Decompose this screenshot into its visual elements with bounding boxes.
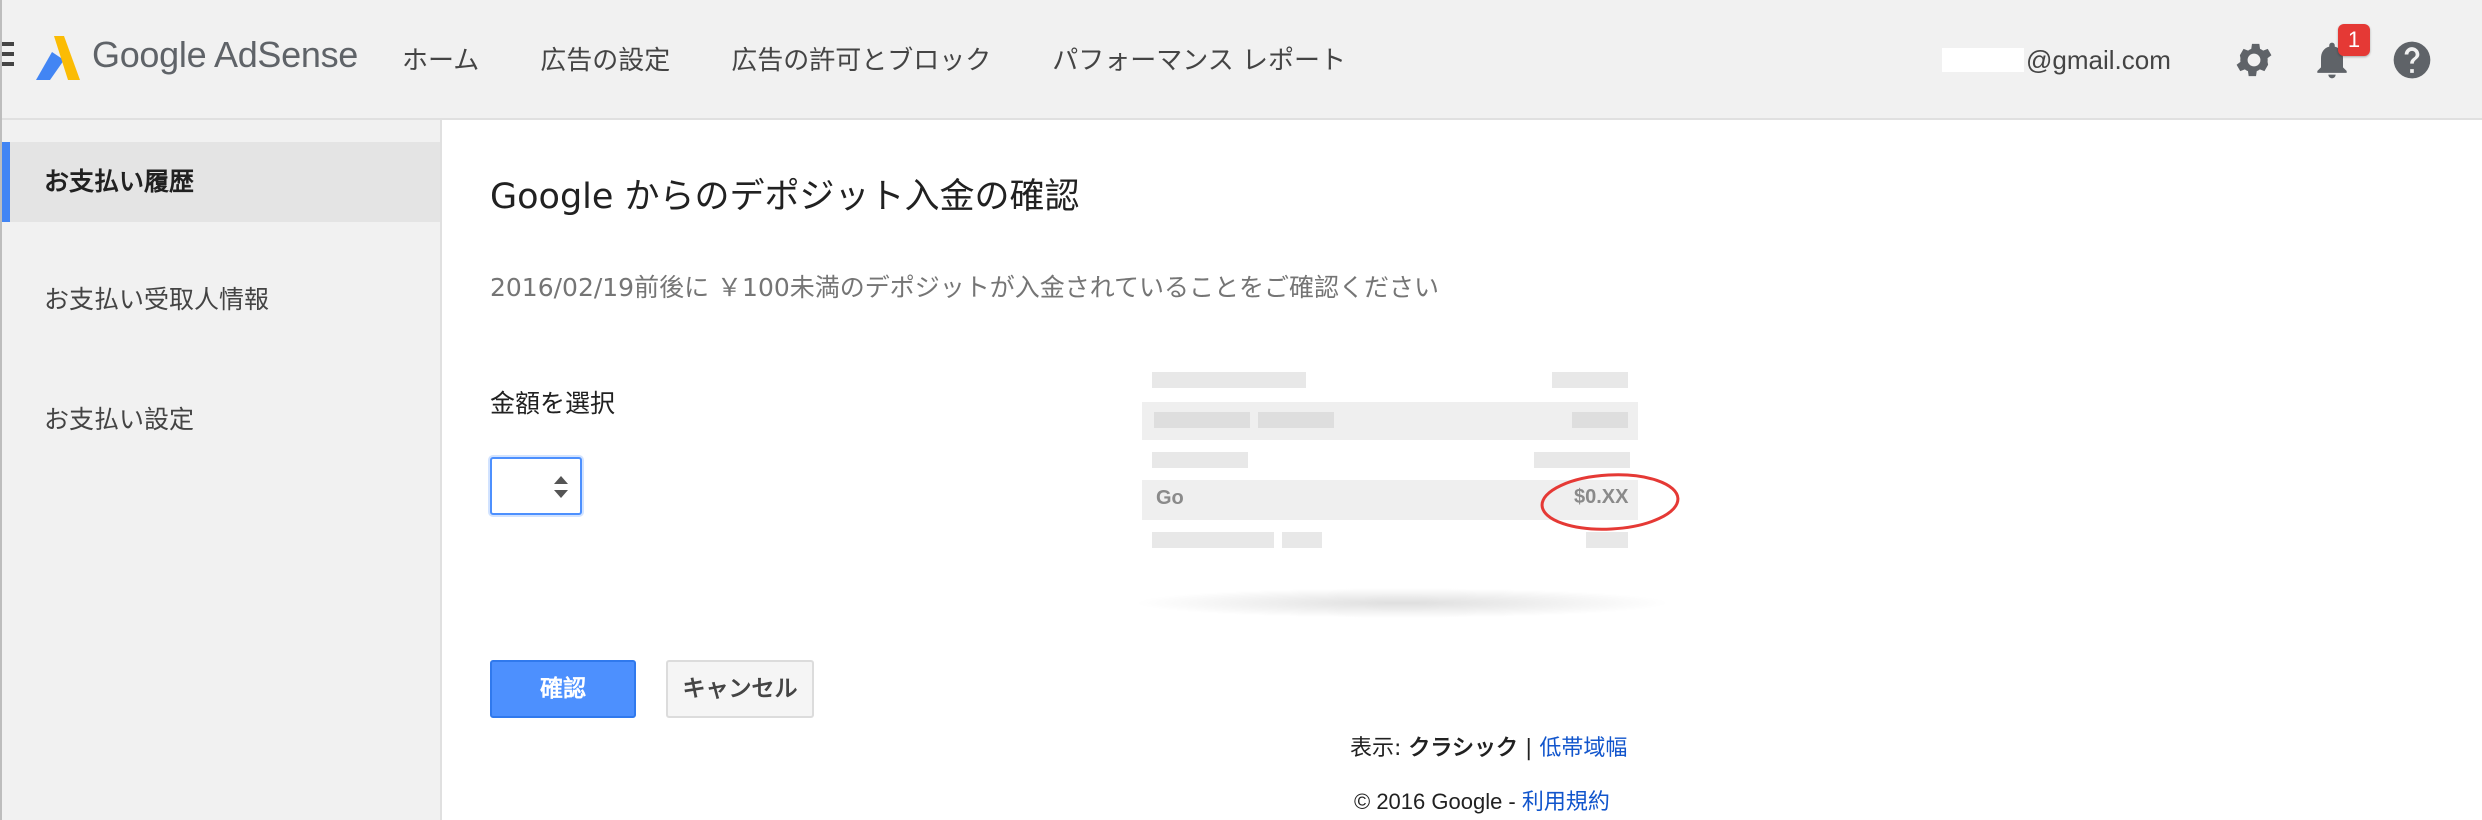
select-arrows-icon	[554, 476, 568, 498]
view-mode-current: クラシック	[1408, 736, 1518, 761]
bank-statement-illustration: Go $0.XX	[1122, 360, 1682, 630]
help-icon[interactable]	[2390, 38, 2434, 82]
top-bar: Google AdSense ホーム 広告の設定 広告の許可とブロック パフォー…	[2, 0, 2482, 120]
amount-select-label: 金額を選択	[490, 389, 616, 418]
account-email-text: @gmail.com	[2026, 44, 2171, 75]
low-bandwidth-link[interactable]: 低帯域幅	[1539, 736, 1627, 761]
placeholder-bar	[1258, 412, 1334, 428]
placeholder-bar	[1282, 532, 1322, 548]
nav-item-allow-block[interactable]: 広告の許可とブロック	[731, 40, 991, 77]
confirm-button[interactable]: 確認	[490, 660, 636, 718]
sidebar-item-payment-history[interactable]: お支払い履歴	[2, 142, 440, 222]
account-email[interactable]: @gmail.com	[1942, 44, 2171, 76]
highlight-circle	[1540, 473, 1680, 531]
footer-separator: |	[1524, 736, 1533, 761]
nav-item-performance-reports[interactable]: パフォーマンス レポート	[1052, 40, 1346, 77]
page-title: Google からのデポジット入金の確認	[490, 177, 1080, 217]
placeholder-bar	[1154, 412, 1250, 428]
adsense-logo-icon[interactable]	[30, 34, 82, 82]
redacted-username	[1942, 48, 2024, 72]
statement-row-label: Go	[1156, 487, 1184, 509]
placeholder-bar	[1152, 372, 1306, 388]
cancel-button[interactable]: キャンセル	[666, 660, 814, 718]
illustration-shadow	[1132, 588, 1672, 618]
view-mode-footer: 表示: クラシック | 低帯域幅	[1350, 730, 1627, 762]
amount-select[interactable]	[490, 457, 582, 515]
sidebar-item-payee-info[interactable]: お支払い受取人情報	[2, 260, 440, 340]
view-mode-prefix: 表示:	[1350, 736, 1402, 761]
sidebar-item-payment-settings[interactable]: お支払い設定	[2, 380, 440, 460]
notification-badge[interactable]: 1	[2338, 24, 2370, 56]
copyright-text: © 2016 Google -	[1354, 789, 1516, 814]
placeholder-bar	[1152, 532, 1274, 548]
main-nav: ホーム 広告の設定 広告の許可とブロック パフォーマンス レポート	[402, 40, 1407, 77]
placeholder-bar	[1586, 532, 1628, 548]
nav-item-ad-settings[interactable]: 広告の設定	[540, 40, 670, 77]
app-name[interactable]: Google AdSense	[92, 34, 358, 76]
terms-link[interactable]: 利用規約	[1522, 789, 1610, 814]
gear-icon[interactable]	[2232, 38, 2276, 82]
placeholder-bar	[1552, 372, 1628, 388]
placeholder-bar	[1572, 412, 1628, 428]
instructions-text: 2016/02/19前後に ￥100未満のデポジットが入金されていることをご確認…	[490, 273, 1440, 302]
menu-icon[interactable]	[2, 42, 14, 70]
sidebar: お支払い履歴 お支払い受取人情報 お支払い設定	[2, 120, 442, 820]
nav-item-home[interactable]: ホーム	[402, 40, 479, 77]
placeholder-bar	[1152, 452, 1248, 468]
copyright-footer: © 2016 Google - 利用規約	[1354, 784, 1610, 816]
